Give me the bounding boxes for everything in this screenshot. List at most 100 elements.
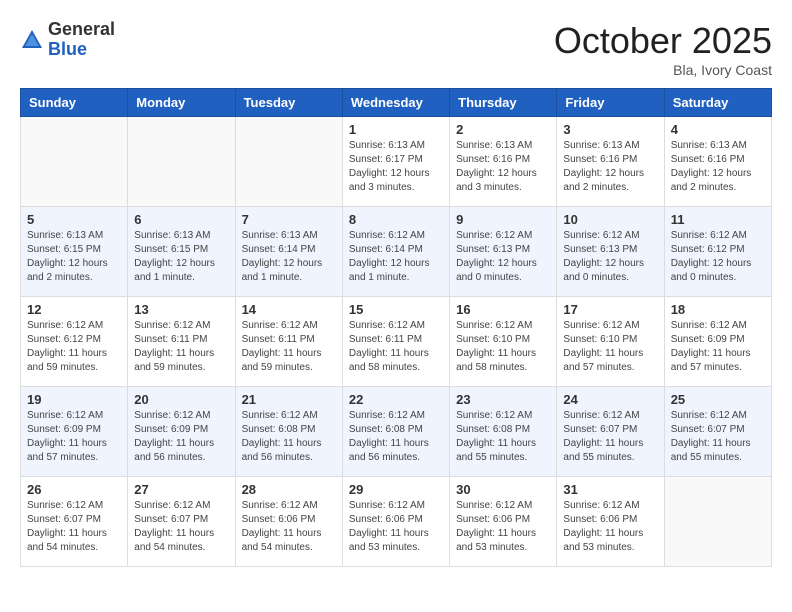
day-info: Sunrise: 6:12 AM Sunset: 6:09 PM Dayligh… [27,409,121,465]
calendar-row: 19 Sunrise: 6:12 AM Sunset: 6:09 PM Dayli… [21,387,772,477]
calendar-cell: 9 Sunrise: 6:12 AM Sunset: 6:13 PM Daylig… [450,207,557,297]
calendar-cell: 6Sunrise: 6:13 AM Sunset: 6:15 PM Daylig… [128,207,235,297]
day-info: Sunrise: 6:12 AM Sunset: 6:11 PM Dayligh… [349,319,443,375]
day-number: 26 [27,482,121,497]
calendar-cell: 18 Sunrise: 6:12 AM Sunset: 6:09 PM Dayli… [664,297,771,387]
day-info: Sunrise: 6:12 AM Sunset: 6:07 PM Dayligh… [134,499,228,555]
day-number: 28 [242,482,336,497]
day-info: Sunrise: 6:13 AM Sunset: 6:15 PM Dayligh… [134,229,228,285]
day-info: Sunrise: 6:12 AM Sunset: 6:08 PM Dayligh… [349,409,443,465]
day-info: Sunrise: 6:12 AM Sunset: 6:10 PM Dayligh… [563,319,657,375]
day-number: 19 [27,392,121,407]
day-info: Sunrise: 6:13 AM Sunset: 6:16 PM Dayligh… [563,139,657,195]
day-number: 20 [134,392,228,407]
day-number: 3 [563,122,657,137]
day-info: Sunrise: 6:12 AM Sunset: 6:09 PM Dayligh… [671,319,765,375]
day-number: 15 [349,302,443,317]
calendar-cell: 31 Sunrise: 6:12 AM Sunset: 6:06 PM Dayli… [557,477,664,567]
calendar-cell: 10 Sunrise: 6:12 AM Sunset: 6:13 PM Dayli… [557,207,664,297]
day-info: Sunrise: 6:12 AM Sunset: 6:12 PM Dayligh… [27,319,121,375]
day-info: Sunrise: 6:12 AM Sunset: 6:09 PM Dayligh… [134,409,228,465]
day-number: 14 [242,302,336,317]
day-number: 17 [563,302,657,317]
calendar-row: 1Sunrise: 6:13 AM Sunset: 6:17 PM Daylig… [21,117,772,207]
weekday-header: Tuesday [235,89,342,117]
day-info: Sunrise: 6:12 AM Sunset: 6:06 PM Dayligh… [563,499,657,555]
day-info: Sunrise: 6:12 AM Sunset: 6:11 PM Dayligh… [242,319,336,375]
calendar-cell: 25 Sunrise: 6:12 AM Sunset: 6:07 PM Dayli… [664,387,771,477]
logo-general-text: General [48,20,115,40]
calendar-table: SundayMondayTuesdayWednesdayThursdayFrid… [20,88,772,567]
day-info: Sunrise: 6:12 AM Sunset: 6:12 PM Dayligh… [671,229,765,285]
calendar-row: 5 Sunrise: 6:13 AM Sunset: 6:15 PM Daylig… [21,207,772,297]
day-number: 1 [349,122,443,137]
weekday-header: Sunday [21,89,128,117]
logo: General Blue [20,20,115,60]
day-number: 21 [242,392,336,407]
calendar-cell: 1Sunrise: 6:13 AM Sunset: 6:17 PM Daylig… [342,117,449,207]
day-number: 5 [27,212,121,227]
logo-blue-text: Blue [48,40,115,60]
calendar-cell: 16Sunrise: 6:12 AM Sunset: 6:10 PM Dayli… [450,297,557,387]
calendar-cell: 28 Sunrise: 6:12 AM Sunset: 6:06 PM Dayli… [235,477,342,567]
day-number: 10 [563,212,657,227]
location: Bla, Ivory Coast [554,62,772,78]
calendar-header-row: SundayMondayTuesdayWednesdayThursdayFrid… [21,89,772,117]
day-number: 2 [456,122,550,137]
day-info: Sunrise: 6:12 AM Sunset: 6:14 PM Dayligh… [349,229,443,285]
calendar-cell: 20 Sunrise: 6:12 AM Sunset: 6:09 PM Dayli… [128,387,235,477]
day-number: 8 [349,212,443,227]
day-number: 13 [134,302,228,317]
weekday-header: Wednesday [342,89,449,117]
day-number: 25 [671,392,765,407]
page-header: General Blue October 2025 Bla, Ivory Coa… [20,20,772,78]
day-info: Sunrise: 6:12 AM Sunset: 6:13 PM Dayligh… [456,229,550,285]
calendar-cell: 26 Sunrise: 6:12 AM Sunset: 6:07 PM Dayli… [21,477,128,567]
calendar-cell: 24Sunrise: 6:12 AM Sunset: 6:07 PM Dayli… [557,387,664,477]
day-info: Sunrise: 6:13 AM Sunset: 6:15 PM Dayligh… [27,229,121,285]
day-number: 9 [456,212,550,227]
day-info: Sunrise: 6:13 AM Sunset: 6:16 PM Dayligh… [456,139,550,195]
calendar-cell: 12 Sunrise: 6:12 AM Sunset: 6:12 PM Dayli… [21,297,128,387]
day-number: 7 [242,212,336,227]
weekday-header: Saturday [664,89,771,117]
calendar-cell: 27Sunrise: 6:12 AM Sunset: 6:07 PM Dayli… [128,477,235,567]
calendar-cell: 17 Sunrise: 6:12 AM Sunset: 6:10 PM Dayli… [557,297,664,387]
day-number: 30 [456,482,550,497]
calendar-cell [128,117,235,207]
calendar-cell: 13 Sunrise: 6:12 AM Sunset: 6:11 PM Dayli… [128,297,235,387]
day-info: Sunrise: 6:12 AM Sunset: 6:06 PM Dayligh… [242,499,336,555]
logo-icon [20,28,44,52]
day-info: Sunrise: 6:12 AM Sunset: 6:07 PM Dayligh… [671,409,765,465]
calendar-row: 12 Sunrise: 6:12 AM Sunset: 6:12 PM Dayli… [21,297,772,387]
day-info: Sunrise: 6:12 AM Sunset: 6:10 PM Dayligh… [456,319,550,375]
calendar-cell [235,117,342,207]
day-number: 11 [671,212,765,227]
calendar-cell: 2 Sunrise: 6:13 AM Sunset: 6:16 PM Daylig… [450,117,557,207]
day-info: Sunrise: 6:12 AM Sunset: 6:07 PM Dayligh… [27,499,121,555]
day-number: 18 [671,302,765,317]
day-number: 12 [27,302,121,317]
calendar-cell: 14 Sunrise: 6:12 AM Sunset: 6:11 PM Dayli… [235,297,342,387]
weekday-header: Thursday [450,89,557,117]
calendar-cell: 3 Sunrise: 6:13 AM Sunset: 6:16 PM Daylig… [557,117,664,207]
calendar-cell: 8 Sunrise: 6:12 AM Sunset: 6:14 PM Daylig… [342,207,449,297]
day-number: 29 [349,482,443,497]
day-info: Sunrise: 6:12 AM Sunset: 6:08 PM Dayligh… [456,409,550,465]
day-number: 31 [563,482,657,497]
calendar-cell: 29 Sunrise: 6:12 AM Sunset: 6:06 PM Dayli… [342,477,449,567]
day-number: 22 [349,392,443,407]
day-info: Sunrise: 6:13 AM Sunset: 6:14 PM Dayligh… [242,229,336,285]
day-info: Sunrise: 6:12 AM Sunset: 6:13 PM Dayligh… [563,229,657,285]
calendar-cell: 7 Sunrise: 6:13 AM Sunset: 6:14 PM Daylig… [235,207,342,297]
day-info: Sunrise: 6:12 AM Sunset: 6:07 PM Dayligh… [563,409,657,465]
day-info: Sunrise: 6:12 AM Sunset: 6:06 PM Dayligh… [349,499,443,555]
day-info: Sunrise: 6:12 AM Sunset: 6:11 PM Dayligh… [134,319,228,375]
calendar-row: 26 Sunrise: 6:12 AM Sunset: 6:07 PM Dayli… [21,477,772,567]
day-number: 4 [671,122,765,137]
calendar-cell: 19 Sunrise: 6:12 AM Sunset: 6:09 PM Dayli… [21,387,128,477]
calendar-cell: 23 Sunrise: 6:12 AM Sunset: 6:08 PM Dayli… [450,387,557,477]
title-area: October 2025 Bla, Ivory Coast [554,20,772,78]
day-number: 23 [456,392,550,407]
month-title: October 2025 [554,20,772,62]
